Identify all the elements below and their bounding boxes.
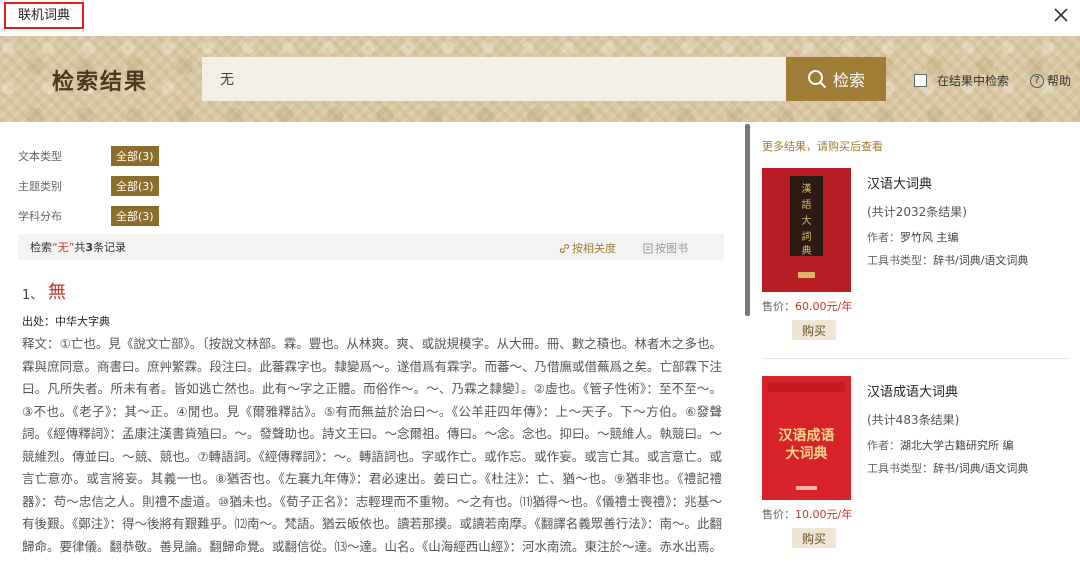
filter-topic: 主题类别 全部(3) [18, 176, 159, 196]
result-source: 出处：中华大字典 [22, 315, 110, 328]
result-definition: 释文：①亡也。見《說文亡部》。〔按說文林部。霖。豐也。从林爽。爽、或說規模字。从… [22, 336, 722, 554]
search-banner: 检索结果 检索 在结果中检索 ? 帮助 [0, 36, 1080, 122]
search-within-label: 在结果中检索 [937, 74, 1010, 88]
filter-label: 文本类型 [18, 150, 62, 163]
book-price: 售价：10.00元/年 [762, 508, 853, 521]
cover-char: 漢 [802, 182, 812, 195]
summary-prefix: 检索 [30, 241, 52, 254]
close-icon[interactable] [1052, 6, 1070, 24]
results-pane: 文本类型 全部(3) 主题类别 全部(3) 学科分布 全部(3) 检索 “无” … [0, 122, 745, 568]
link-icon [559, 243, 570, 253]
book-type: 工具书类型：辞书/词典/语文词典 [867, 462, 1029, 475]
sort-book-label: 按图书 [655, 242, 688, 255]
book-title[interactable]: 汉语成语大词典 [867, 381, 958, 400]
window-title: 联机词典 [4, 2, 85, 29]
summary-count: 3 [85, 240, 94, 254]
help-icon: ? [1030, 73, 1044, 88]
book-author: 作者：湖北大学古籍研究所 编 [867, 439, 1014, 452]
summary-suffix: 条记录 [93, 241, 127, 254]
cover-char: 詞 [802, 230, 812, 243]
filter-label: 学科分布 [18, 210, 62, 223]
summary-middle: 共 [74, 241, 86, 254]
search-within-results[interactable]: 在结果中检索 [914, 72, 1009, 89]
title-bar: 联机词典 [0, 0, 1080, 34]
book-title[interactable]: 汉语大词典 [867, 173, 932, 192]
page-title: 检索结果 [52, 70, 149, 95]
filter-chip[interactable]: 全部(3) [111, 146, 159, 166]
book-card: 汉语成语 大词典 汉语成语大词典 (共计483条结果) 作者：湖北大学古籍研究所… [762, 376, 1072, 566]
book-price: 售价：60.00元/年 [762, 300, 853, 313]
search-input[interactable] [202, 57, 786, 101]
cover-title-line2: 大词典 [786, 445, 828, 462]
result-summary-bar: 检索 “无” 共 3 条记录 按相关度 按图书 [18, 234, 724, 260]
buy-button[interactable]: 购买 [792, 528, 836, 548]
search-button-label: 检索 [832, 73, 865, 90]
help-label: 帮助 [1047, 74, 1072, 88]
search-button[interactable]: 检索 [786, 57, 886, 101]
sort-by-relevance[interactable]: 按相关度 [559, 240, 616, 256]
book-cover[interactable]: 汉语成语 大词典 [762, 376, 851, 500]
book-result-count: (共计483条结果) [867, 413, 960, 427]
book-card: 漢 語 大 詞 典 汉语大词典 (共计2032条结果) 作者：罗竹风 主编 工具… [762, 168, 1072, 359]
buy-button[interactable]: 购买 [792, 320, 836, 340]
result-headword[interactable]: 無 [48, 278, 66, 304]
filter-chip[interactable]: 全部(3) [111, 206, 159, 226]
results-scrollbar[interactable] [745, 124, 750, 316]
divider [762, 358, 1070, 359]
cover-char: 大 [802, 214, 812, 227]
search-within-checkbox[interactable] [914, 74, 927, 87]
filter-label: 主题类别 [18, 180, 62, 193]
sort-by-book[interactable]: 按图书 [643, 240, 688, 256]
book-result-count: (共计2032条结果) [867, 205, 967, 219]
help-link[interactable]: ? 帮助 [1030, 72, 1071, 89]
cover-char: 語 [802, 198, 812, 211]
summary-term: “无” [52, 241, 75, 254]
cover-title-line1: 汉语成语 [779, 427, 835, 444]
more-results-note: 更多结果，请购买后查看 [762, 140, 883, 153]
book-cover[interactable]: 漢 語 大 詞 典 [762, 168, 851, 292]
cover-char: 典 [802, 244, 812, 257]
sort-relevance-label: 按相关度 [572, 242, 616, 255]
filter-chip[interactable]: 全部(3) [111, 176, 159, 196]
book-icon [643, 243, 653, 253]
search-icon [807, 70, 827, 89]
related-books-sidebar: 更多结果，请购买后查看 漢 語 大 詞 典 汉语大词典 (共计2032条结果) … [762, 122, 1080, 568]
book-type: 工具书类型：辞书/词典/语文词典 [867, 254, 1029, 267]
book-author: 作者：罗竹风 主编 [867, 231, 959, 244]
filter-subject: 学科分布 全部(3) [18, 206, 159, 226]
filter-text-type: 文本类型 全部(3) [18, 146, 159, 166]
result-index: 1、 [22, 288, 44, 303]
